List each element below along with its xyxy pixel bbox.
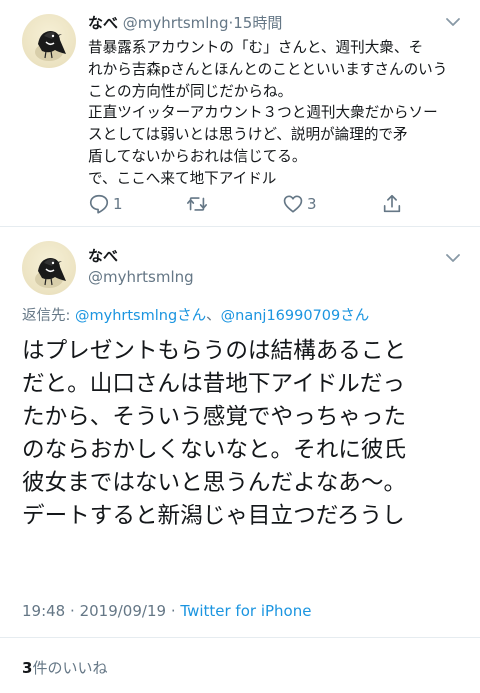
- like-button[interactable]: 3: [282, 190, 317, 218]
- tweet-date: 2019/09/19: [79, 602, 167, 620]
- like-count: 3: [307, 195, 317, 213]
- tweet-text-line: たから、そういう感覚でやっちゃった: [22, 404, 407, 430]
- tweet-text-line: れから吉森pさんとほんとのことといいますさんのいう: [88, 60, 448, 78]
- avatar[interactable]: [22, 14, 76, 68]
- tweet-text-line: 盾してないからおれは信じてる。: [88, 147, 307, 165]
- tweet-actions: 1 3: [0, 190, 480, 218]
- share-button[interactable]: [381, 190, 403, 218]
- retweet-button[interactable]: [186, 190, 211, 218]
- separator-dot: ·: [170, 602, 176, 620]
- share-icon: [383, 194, 401, 213]
- retweet-icon: [187, 197, 207, 211]
- display-name[interactable]: なべ: [88, 14, 118, 32]
- tweet-text-line: 正直ツイッターアカウント３つと週刊大衆だからソー: [88, 104, 438, 122]
- tweet-text-line: スとしては弱いとは思うけど、説明が論理的で矛: [88, 126, 408, 144]
- tweet-source-link[interactable]: Twitter for iPhone: [180, 602, 311, 620]
- tweet-time: 19:48: [22, 602, 66, 620]
- reply-target-link[interactable]: @myhrtsmlngさん: [75, 308, 206, 324]
- tweet-text-line: のならおかしくないなと。それに彼氏: [22, 437, 407, 463]
- relative-time[interactable]: 15時間: [233, 14, 282, 32]
- separator-dot: ·: [70, 602, 75, 620]
- display-name[interactable]: なべ: [88, 246, 118, 266]
- divider: [0, 637, 480, 638]
- tweet-header: なべ @myhrtsmlng·15時間: [88, 13, 282, 33]
- tweet-text-line: 昔暴露系アカウントの「む」さんと、週刊大衆、そ: [88, 39, 424, 56]
- reply-count: 1: [113, 195, 123, 213]
- tweet-text-line: で、ここへ来て地下アイドル: [88, 169, 277, 187]
- reply-prefix: 返信先:: [22, 308, 75, 324]
- tweet-text: はプレゼントもらうのは結構あること だと。山口さんは昔地下アイドルだっ たから、…: [22, 335, 472, 533]
- user-handle[interactable]: @myhrtsmlng: [88, 267, 194, 287]
- bird-avatar-image: [35, 31, 66, 61]
- tweet-text: 昔暴露系アカウントの「む」さんと、週刊大衆、そ れから吉森pさんとほんとのことと…: [88, 37, 473, 190]
- tweet-text-line: はプレゼントもらうのは結構あること: [22, 338, 407, 364]
- reply-button[interactable]: 1: [88, 190, 123, 218]
- tweet-text-line: デートすると新潟じゃ目立つだろうし: [22, 503, 405, 529]
- likes-label: 件のいいね: [32, 659, 108, 677]
- avatar[interactable]: [22, 241, 76, 295]
- reply-to-line: 返信先: @myhrtsmlngさん、@nanj16990709さん: [22, 306, 369, 326]
- divider: [0, 226, 480, 227]
- tweet-text-line: だと。山口さんは昔地下アイドルだっ: [22, 371, 405, 397]
- tweet-meta: 19:48 · 2019/09/19 · Twitter for iPhone: [22, 601, 311, 621]
- bird-avatar-image: [35, 258, 66, 288]
- chevron-down-icon[interactable]: [445, 252, 461, 264]
- reply-target-link[interactable]: @nanj16990709さん: [221, 308, 370, 324]
- tweet-1[interactable]: なべ @myhrtsmlng·15時間 昔暴露系アカウントの「む」さんと、週刊大…: [0, 0, 480, 226]
- tweet-text-line: ことの方向性が同じだからね。: [88, 82, 293, 100]
- reply-joiner: 、: [206, 308, 221, 324]
- likes-number: 3: [22, 659, 33, 677]
- like-icon: [283, 195, 303, 213]
- likes-summary[interactable]: 3件のいいね: [22, 658, 107, 678]
- chevron-down-icon[interactable]: [445, 16, 461, 28]
- tweet-text-line: 彼女まではないと思うんだよなあ〜。: [22, 470, 407, 496]
- user-handle[interactable]: @myhrtsmlng: [123, 14, 229, 32]
- reply-icon: [89, 194, 109, 214]
